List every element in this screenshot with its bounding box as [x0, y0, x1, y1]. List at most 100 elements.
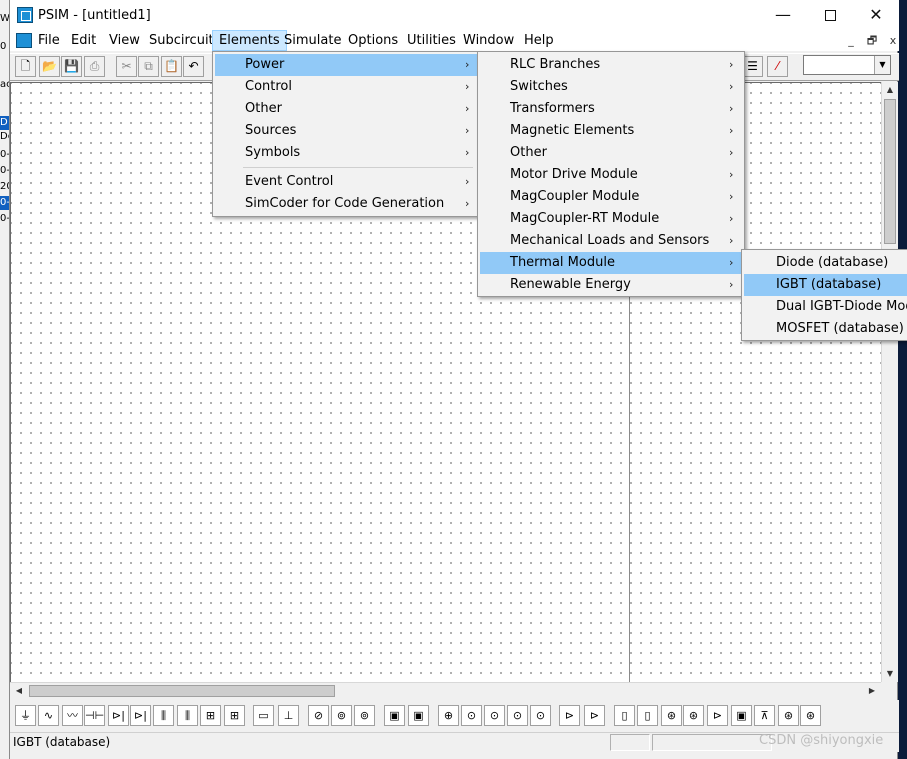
- cut-icon[interactable]: ✂: [116, 56, 137, 77]
- document-icon[interactable]: [16, 33, 32, 48]
- new-file-icon[interactable]: 🗋: [15, 56, 36, 77]
- menu-options[interactable]: Options: [342, 30, 404, 51]
- scroll-right-icon[interactable]: ▶: [864, 683, 880, 699]
- thermal-menu-igbt-database[interactable]: IGBT (database): [744, 274, 907, 296]
- block2-icon[interactable]: ▯: [637, 705, 658, 726]
- gain-icon[interactable]: ⊙: [484, 705, 505, 726]
- mdi-minimize-icon[interactable]: _: [844, 34, 858, 48]
- meter-icon[interactable]: ▣: [408, 705, 429, 726]
- voltmeter-icon[interactable]: ⊚: [331, 705, 352, 726]
- undo-icon[interactable]: ↶: [183, 56, 204, 77]
- menu-separator: [243, 167, 473, 168]
- menu-edit[interactable]: Edit: [65, 30, 102, 51]
- power-menu-renewable-energy[interactable]: Renewable Energy ›: [480, 274, 742, 296]
- ac-source-icon[interactable]: ∿: [38, 705, 59, 726]
- power-menu-mechanical-loads-and-sensors[interactable]: Mechanical Loads and Sensors ›: [480, 230, 742, 252]
- limiter-icon[interactable]: ⊙: [530, 705, 551, 726]
- elements-menu-sources[interactable]: Sources ›: [215, 120, 477, 142]
- horizontal-scrollbar[interactable]: ◀ ▶: [10, 682, 881, 699]
- thermal-menu-mosfet-database[interactable]: MOSFET (database): [744, 318, 907, 340]
- zoom-combo[interactable]: ▼: [803, 55, 891, 75]
- power-menu-rlc-branches[interactable]: RLC Branches ›: [480, 54, 742, 76]
- sum-icon[interactable]: ⊕: [438, 705, 459, 726]
- thermal-menu-dual-igbt-diode-module[interactable]: Dual IGBT-Diode Module: [744, 296, 907, 318]
- power-menu-magcoupler-rt-module[interactable]: MagCoupler-RT Module ›: [480, 208, 742, 230]
- igbt-icon[interactable]: ⫼: [153, 705, 174, 726]
- menu-help[interactable]: Help: [518, 30, 560, 51]
- elements-menu-control[interactable]: Control ›: [215, 76, 477, 98]
- elements-menu-item-label: Event Control: [245, 174, 334, 189]
- power-menu-switches[interactable]: Switches ›: [480, 76, 742, 98]
- menu-subcircuit[interactable]: Subcircuit: [143, 30, 220, 51]
- list-icon[interactable]: ☰: [742, 56, 763, 77]
- sensor-icon[interactable]: ⊛: [661, 705, 682, 726]
- elements-menu-other[interactable]: Other ›: [215, 98, 477, 120]
- multiplier-icon[interactable]: ⊙: [461, 705, 482, 726]
- scroll-up-icon[interactable]: ▲: [882, 82, 898, 98]
- open-folder-icon[interactable]: 📂: [39, 56, 60, 77]
- thermal-menu-diode-database[interactable]: Diode (database): [744, 252, 907, 274]
- mdi-close-icon[interactable]: x: [886, 34, 900, 48]
- inductor-icon[interactable]: 〰: [62, 705, 83, 726]
- paste-icon[interactable]: 📋: [161, 56, 182, 77]
- scope-icon[interactable]: ▣: [384, 705, 405, 726]
- diode-icon[interactable]: ⊳|: [108, 705, 129, 726]
- elements-menu-event-control[interactable]: Event Control ›: [215, 171, 477, 193]
- maximize-button[interactable]: [807, 0, 853, 30]
- sensor2-icon[interactable]: ⊛: [683, 705, 704, 726]
- power-menu-magcoupler-module[interactable]: MagCoupler Module ›: [480, 186, 742, 208]
- menu-view[interactable]: View: [103, 30, 146, 51]
- ground-icon[interactable]: ⏚: [15, 705, 36, 726]
- thyristor-icon[interactable]: ⊳|: [130, 705, 151, 726]
- capacitor-icon[interactable]: ⊣⊢: [84, 705, 105, 726]
- amplifier-icon[interactable]: ⊳: [707, 705, 728, 726]
- resistor-icon[interactable]: ▭: [253, 705, 274, 726]
- label-icon[interactable]: ⊼: [754, 705, 775, 726]
- close-button[interactable]: ✕: [853, 0, 899, 30]
- print-icon[interactable]: ⎙: [84, 56, 105, 77]
- scroll-left-icon[interactable]: ◀: [11, 683, 27, 699]
- node-icon[interactable]: ⊛: [778, 705, 799, 726]
- elements-menu-simcoder-for-code-generation[interactable]: SimCoder for Code Generation ›: [215, 193, 477, 215]
- elements-menu-power[interactable]: Power ›: [215, 54, 477, 76]
- power-menu-transformers[interactable]: Transformers ›: [480, 98, 742, 120]
- power-menu-thermal-module[interactable]: Thermal Module ›: [480, 252, 742, 274]
- power-menu-magnetic-elements[interactable]: Magnetic Elements ›: [480, 120, 742, 142]
- ammeter-icon[interactable]: ⊚: [354, 705, 375, 726]
- elements-menu-symbols[interactable]: Symbols ›: [215, 142, 477, 164]
- power-menu-motor-drive-module[interactable]: Motor Drive Module ›: [480, 164, 742, 186]
- power-menu-other[interactable]: Other ›: [480, 142, 742, 164]
- vertical-scroll-thumb[interactable]: [884, 99, 896, 244]
- chevron-right-icon: ›: [729, 190, 734, 203]
- switch-module-icon[interactable]: ⊞: [200, 705, 221, 726]
- background-text-fragment: D: [0, 116, 9, 130]
- chevron-down-icon[interactable]: ▼: [874, 56, 890, 74]
- power-menu-item-label: Transformers: [510, 101, 595, 116]
- menu-utilities[interactable]: Utilities: [401, 30, 462, 51]
- menu-elements[interactable]: Elements: [212, 30, 287, 51]
- horizontal-scroll-thumb[interactable]: [29, 685, 335, 697]
- menu-simulate[interactable]: Simulate: [278, 30, 347, 51]
- subcircuit-icon[interactable]: ▣: [731, 705, 752, 726]
- save-icon[interactable]: 💾: [61, 56, 82, 77]
- bridge-icon[interactable]: ⊞: [224, 705, 245, 726]
- menu-window[interactable]: Window: [457, 30, 520, 51]
- copy-icon[interactable]: ⧉: [138, 56, 159, 77]
- menu-file[interactable]: File: [32, 30, 66, 51]
- mosfet-icon[interactable]: ⫼: [177, 705, 198, 726]
- scroll-down-icon[interactable]: ▼: [882, 666, 898, 682]
- minimize-button[interactable]: —: [760, 0, 806, 30]
- comparator-icon[interactable]: ⊳: [559, 705, 580, 726]
- chevron-right-icon: ›: [465, 175, 470, 188]
- window-title: PSIM - [untitled1]: [38, 8, 151, 23]
- wire-icon[interactable]: ⁄: [767, 56, 788, 77]
- mdi-restore-icon[interactable]: 🗗: [865, 34, 879, 48]
- block-icon[interactable]: ▯: [614, 705, 635, 726]
- background-text-fragment: 0-: [0, 165, 9, 176]
- node2-icon[interactable]: ⊛: [800, 705, 821, 726]
- integrator-icon[interactable]: ⊙: [507, 705, 528, 726]
- voltage-probe-icon[interactable]: ⊥: [278, 705, 299, 726]
- vertical-scrollbar[interactable]: ▲ ▼: [881, 82, 898, 682]
- current-probe-icon[interactable]: ⊘: [308, 705, 329, 726]
- logic-icon[interactable]: ⊳: [584, 705, 605, 726]
